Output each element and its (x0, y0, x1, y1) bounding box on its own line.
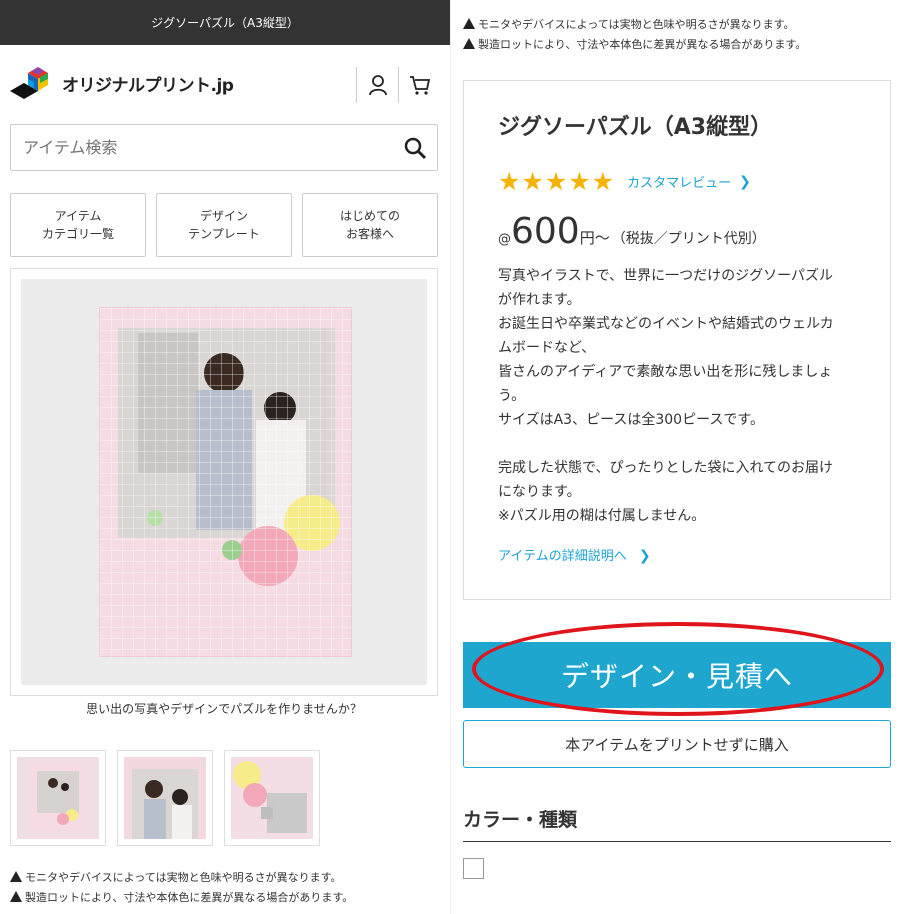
detail-link[interactable]: アイテムの詳細説明へ ❯ (498, 545, 651, 564)
search-input[interactable] (11, 125, 371, 170)
thumbnail-2[interactable] (117, 750, 213, 846)
product-title: ジグソーパズル（A3縦型） (498, 115, 773, 140)
note-color: モニタやデバイスによっては実物と色味や明るさが異なります。 (10, 868, 353, 888)
thumbnail-1[interactable] (10, 750, 106, 846)
chevron-right-icon: ❯ (638, 548, 651, 564)
nav-item-beginners[interactable]: はじめての お客様へ (302, 193, 438, 257)
product-description: 写真やイラストで、世界に一つだけのジグソーパズル が作れます。 お誕生日や卒業式… (498, 268, 834, 524)
note-color: モニタやデバイスによっては実物と色味や明るさが異なります。 (463, 15, 806, 35)
account-icon[interactable] (356, 67, 398, 103)
product-photo (21, 279, 427, 685)
note-color-text: モニタやデバイスによっては実物と色味や明るさが異なります。 (478, 18, 795, 31)
cart-icon[interactable] (398, 67, 440, 103)
warning-icon (463, 38, 475, 49)
nav-item-templates[interactable]: デザイン テンプレート (156, 193, 292, 257)
notes-left: モニタやデバイスによっては実物と色味や明るさが異なります。 製造ロットにより、寸… (10, 868, 353, 908)
price-prefix: @ (498, 232, 511, 247)
warning-icon (10, 871, 22, 882)
puzzle-image (99, 307, 353, 658)
top-bar: ジグソーパズル（A3縦型） (0, 0, 450, 45)
thumbnail-list (10, 750, 320, 846)
image-caption: 思い出の写真やデザインでパズルを作りませんか？ (86, 702, 362, 716)
note-color-text: モニタやデバイスによっては実物と色味や明るさが異なります。 (25, 871, 342, 884)
design-estimate-button[interactable]: デザイン・見積へ (463, 642, 891, 708)
price-note: （税抜／プリント代別） (611, 231, 766, 247)
puzzle-grid (100, 308, 353, 658)
site-header: オリジナルプリント.jp (0, 45, 450, 119)
note-lot: 製造ロットにより、寸法や本体色に差異が異なる場合があります。 (10, 888, 353, 908)
star-rating: ★★★★★ (498, 167, 616, 196)
options-section-title: カラー・種類 (463, 805, 891, 842)
search-box (10, 124, 438, 171)
rating-row: ★★★★★ カスタマレビュー ❯ (498, 167, 751, 196)
logo-cube-icon (10, 65, 60, 101)
note-lot: 製造ロットにより、寸法や本体色に差異が異なる場合があります。 (463, 35, 806, 55)
search-icon[interactable] (403, 136, 427, 164)
price-value: 600 (511, 211, 580, 252)
product-info-card: ジグソーパズル（A3縦型） ★★★★★ カスタマレビュー ❯ @ 600 円～ … (463, 80, 891, 600)
warning-icon (10, 891, 22, 902)
main-product-image[interactable] (10, 268, 438, 696)
chevron-right-icon: ❯ (739, 173, 751, 190)
nav-item-categories[interactable]: アイテム カテゴリ一覧 (10, 193, 146, 257)
detail-link-text[interactable]: アイテムの詳細説明へ (498, 549, 627, 564)
note-lot-text: 製造ロットにより、寸法や本体色に差異が異なる場合があります。 (25, 891, 354, 904)
warning-icon (463, 18, 475, 29)
thumbnail-3[interactable] (224, 750, 320, 846)
logo-text: オリジナルプリント.jp (62, 75, 234, 96)
nav-buttons: アイテム カテゴリ一覧 デザイン テンプレート はじめての お客様へ (10, 193, 438, 257)
buy-without-print-button[interactable]: 本アイテムをプリントせずに購入 (463, 720, 891, 768)
top-bar-title: ジグソーパズル（A3縦型） (151, 16, 299, 30)
left-panel: ジグソーパズル（A3縦型） オリジナルプリント.jp アイテム検索 アイテム カ… (0, 0, 450, 914)
right-panel: モニタやデバイスによっては実物と色味や明るさが異なります。 製造ロットにより、寸… (450, 0, 900, 914)
price: @ 600 円～ （税抜／プリント代別） (498, 211, 766, 252)
color-option-checkbox[interactable] (463, 858, 484, 879)
price-unit: 円～ (579, 229, 610, 247)
header-icons (356, 67, 440, 103)
notes-right: モニタやデバイスによっては実物と色味や明るさが異なります。 製造ロットにより、寸… (463, 15, 806, 55)
note-lot-text: 製造ロットにより、寸法や本体色に差異が異なる場合があります。 (478, 38, 807, 51)
review-link[interactable]: カスタマレビュー (627, 172, 731, 191)
site-logo[interactable]: オリジナルプリント.jp (10, 65, 234, 101)
